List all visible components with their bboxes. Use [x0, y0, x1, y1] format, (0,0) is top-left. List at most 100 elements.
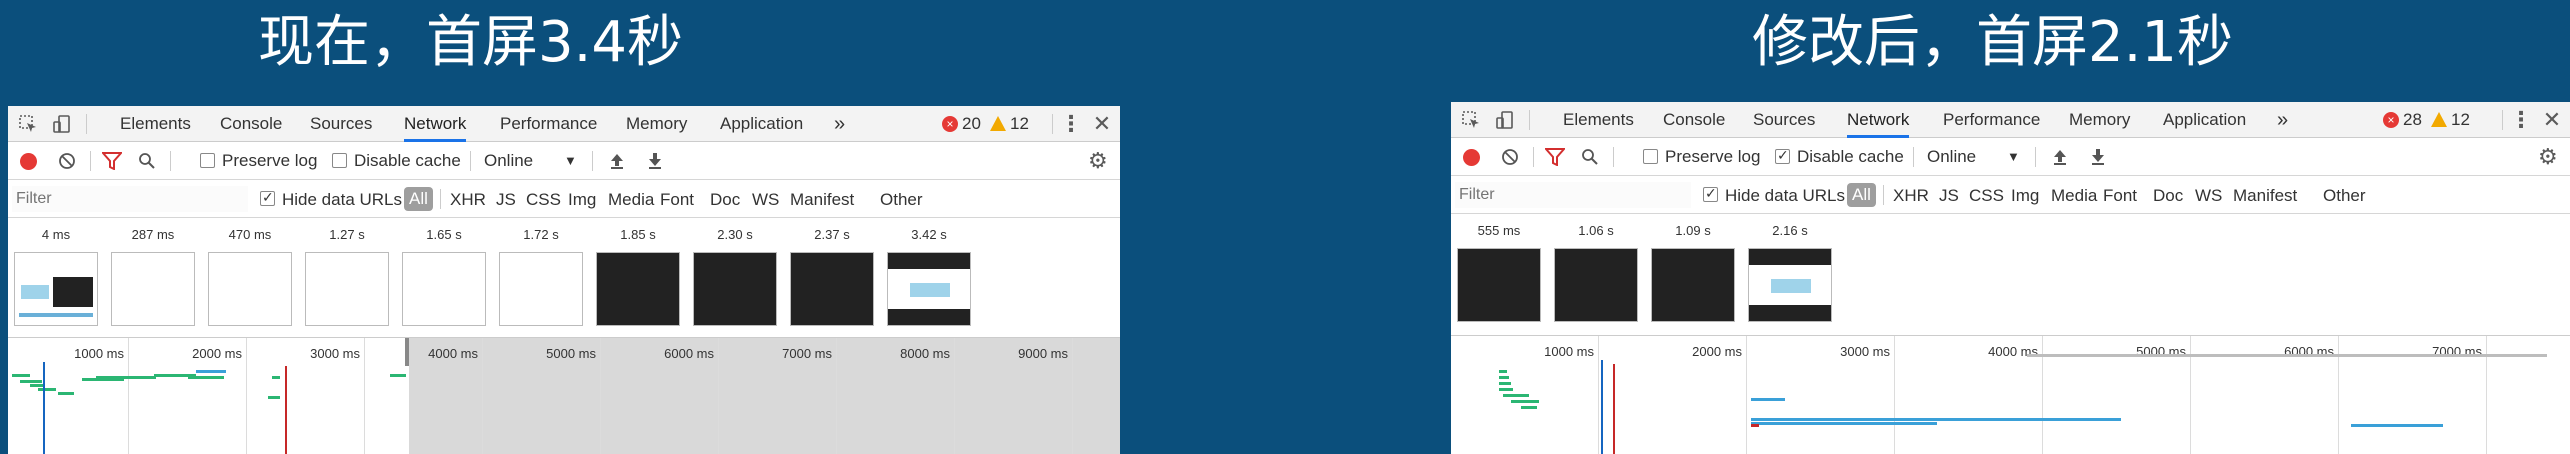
- screenshot-frame[interactable]: [1457, 248, 1541, 322]
- screenshot-frame[interactable]: [887, 252, 971, 326]
- filter-type-css[interactable]: CSS: [526, 190, 561, 210]
- frame-timestamp: 1.85 s: [620, 227, 656, 242]
- filter-type-img[interactable]: Img: [568, 190, 596, 210]
- more-options-icon[interactable]: ⋮: [1060, 113, 1082, 135]
- screenshot-frame[interactable]: [1651, 248, 1735, 322]
- disable-cache-checkbox[interactable]: [1775, 147, 1790, 164]
- tab-sources[interactable]: Sources: [1753, 102, 1815, 138]
- screenshot-frame[interactable]: [499, 252, 583, 326]
- import-har-icon[interactable]: [608, 152, 628, 172]
- throttling-select[interactable]: Online: [484, 151, 533, 171]
- export-har-icon[interactable]: [646, 152, 666, 172]
- filter-type-all[interactable]: All: [404, 187, 433, 211]
- screenshot-frame[interactable]: [693, 252, 777, 326]
- gear-icon[interactable]: ⚙: [1088, 150, 1108, 172]
- filter-input[interactable]: [1455, 182, 1691, 208]
- overview-gridline: [364, 338, 365, 454]
- overview-gridline: [954, 338, 955, 454]
- filter-type-manifest[interactable]: Manifest: [790, 190, 854, 210]
- screenshot-frame[interactable]: [1748, 248, 1832, 322]
- chevron-down-icon[interactable]: ▼: [564, 151, 577, 171]
- screenshot-frame[interactable]: [208, 252, 292, 326]
- filter-type-media[interactable]: Media: [608, 190, 654, 210]
- tab-network[interactable]: Network: [404, 106, 467, 142]
- tab-application[interactable]: Application: [2163, 102, 2246, 138]
- filter-type-doc[interactable]: Doc: [710, 190, 740, 210]
- filter-type-media[interactable]: Media: [2051, 186, 2097, 206]
- screenshot-frame[interactable]: [1554, 248, 1638, 322]
- tab-network[interactable]: Network: [1847, 102, 1910, 138]
- tab-sources[interactable]: Sources: [310, 106, 372, 142]
- filter-type-font[interactable]: Font: [660, 190, 694, 210]
- error-count[interactable]: 20: [962, 114, 981, 134]
- filter-type-doc[interactable]: Doc: [2153, 186, 2183, 206]
- clear-icon[interactable]: [58, 152, 78, 172]
- clear-icon[interactable]: [1501, 148, 1521, 168]
- search-icon[interactable]: [138, 152, 158, 172]
- device-toolbar-icon[interactable]: [52, 114, 72, 134]
- tab-memory[interactable]: Memory: [2069, 102, 2130, 138]
- gear-icon[interactable]: ⚙: [2538, 146, 2558, 168]
- waterfall-bar: [272, 376, 280, 379]
- tab-performance[interactable]: Performance: [1943, 102, 2040, 138]
- filter-type-other[interactable]: Other: [880, 190, 923, 210]
- inspect-element-icon[interactable]: [18, 114, 38, 134]
- warning-count[interactable]: 12: [2451, 110, 2470, 130]
- screenshot-frame[interactable]: [305, 252, 389, 326]
- filter-divider: [440, 189, 441, 209]
- domcontentloaded-line: [43, 362, 45, 454]
- tab-elements[interactable]: Elements: [120, 106, 191, 142]
- filter-type-js[interactable]: JS: [1939, 186, 1959, 206]
- filter-type-xhr[interactable]: XHR: [450, 190, 486, 210]
- filter-type-ws[interactable]: WS: [2195, 186, 2222, 206]
- screenshot-frame[interactable]: [402, 252, 486, 326]
- tab-elements[interactable]: Elements: [1563, 102, 1634, 138]
- filter-type-other[interactable]: Other: [2323, 186, 2366, 206]
- more-options-icon[interactable]: ⋮: [2510, 109, 2532, 131]
- tab-performance[interactable]: Performance: [500, 106, 597, 142]
- filter-type-js[interactable]: JS: [496, 190, 516, 210]
- overview-range-handle[interactable]: [405, 338, 409, 366]
- throttling-select[interactable]: Online: [1927, 147, 1976, 167]
- screenshot-frame[interactable]: [790, 252, 874, 326]
- tab-console[interactable]: Console: [1663, 102, 1725, 138]
- tab-console[interactable]: Console: [220, 106, 282, 142]
- preserve-log-checkbox[interactable]: [200, 153, 215, 168]
- close-icon[interactable]: ✕: [2542, 109, 2562, 131]
- filter-type-xhr[interactable]: XHR: [1893, 186, 1929, 206]
- hide-data-urls-checkbox[interactable]: [1703, 185, 1718, 202]
- screenshot-frame[interactable]: [596, 252, 680, 326]
- filter-icon[interactable]: [1543, 148, 1567, 168]
- filter-input[interactable]: [12, 186, 248, 212]
- hide-data-urls-checkbox[interactable]: [260, 189, 275, 206]
- inspect-element-icon[interactable]: [1461, 110, 1481, 130]
- screenshot-frame[interactable]: [14, 252, 98, 326]
- record-icon[interactable]: [1463, 149, 1480, 166]
- more-tabs-button[interactable]: »: [834, 106, 845, 142]
- filter-type-manifest[interactable]: Manifest: [2233, 186, 2297, 206]
- filter-type-ws[interactable]: WS: [752, 190, 779, 210]
- search-icon[interactable]: [1581, 148, 1601, 168]
- close-icon[interactable]: ✕: [1092, 113, 1112, 135]
- more-tabs-button[interactable]: »: [2277, 102, 2288, 138]
- filter-icon[interactable]: [100, 152, 124, 172]
- filter-type-font[interactable]: Font: [2103, 186, 2137, 206]
- waterfall-bar: [58, 392, 74, 395]
- filter-type-all[interactable]: All: [1847, 183, 1876, 207]
- import-har-icon[interactable]: [2051, 148, 2071, 168]
- tab-application[interactable]: Application: [720, 106, 803, 142]
- frame-timestamp: 1.06 s: [1578, 223, 1614, 238]
- chevron-down-icon[interactable]: ▼: [2007, 147, 2020, 167]
- screenshot-frame[interactable]: [111, 252, 195, 326]
- filter-type-css[interactable]: CSS: [1969, 186, 2004, 206]
- export-har-icon[interactable]: [2089, 148, 2109, 168]
- device-toolbar-icon[interactable]: [1495, 110, 1515, 130]
- tab-memory[interactable]: Memory: [626, 106, 687, 142]
- waterfall-bar: [1511, 400, 1539, 403]
- record-icon[interactable]: [20, 153, 37, 170]
- error-count[interactable]: 28: [2403, 110, 2422, 130]
- disable-cache-checkbox[interactable]: [332, 153, 347, 168]
- preserve-log-checkbox[interactable]: [1643, 149, 1658, 164]
- warning-count[interactable]: 12: [1010, 114, 1029, 134]
- filter-type-img[interactable]: Img: [2011, 186, 2039, 206]
